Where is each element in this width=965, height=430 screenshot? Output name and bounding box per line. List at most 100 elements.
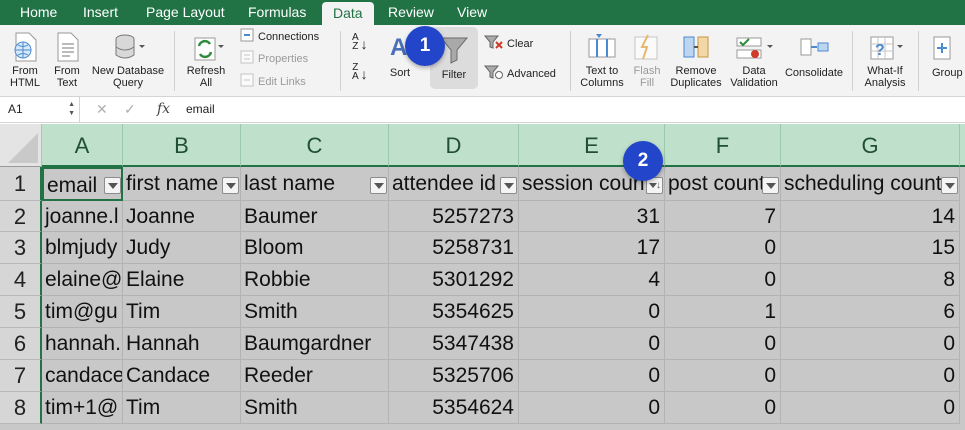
data-cell[interactable]: 17 [519, 232, 665, 264]
data-cell[interactable]: 4 [519, 264, 665, 296]
data-cell[interactable]: 0 [665, 328, 781, 360]
column-header-c[interactable]: C [241, 124, 389, 167]
data-cell[interactable]: 1 [665, 296, 781, 328]
row-header-3[interactable]: 3 [0, 232, 42, 264]
data-cell[interactable]: Tim [123, 392, 241, 424]
data-cell[interactable]: Joanne [123, 201, 241, 232]
properties-button[interactable]: Properties [240, 49, 308, 69]
data-cell[interactable]: Judy [123, 232, 241, 264]
column-header-g[interactable]: G [781, 124, 960, 167]
tab-home[interactable]: Home [10, 0, 67, 25]
data-cell[interactable]: Hannah [123, 328, 241, 360]
data-cell[interactable]: 5347438 [389, 328, 519, 360]
new-database-query-button[interactable]: New Database Query [88, 31, 168, 89]
data-cell[interactable]: Baumer [241, 201, 389, 232]
column-header-d[interactable]: D [389, 124, 519, 167]
data-cell[interactable]: Elaine [123, 264, 241, 296]
name-box-stepper-icon[interactable]: ▲ ▼ [68, 100, 75, 118]
header-cell[interactable]: last name [241, 167, 389, 201]
column-header-b[interactable]: B [123, 124, 241, 167]
data-cell[interactable]: 0 [519, 328, 665, 360]
name-box[interactable]: A1 ▲ ▼ [0, 97, 80, 122]
data-cell[interactable]: 0 [781, 360, 960, 392]
remove-duplicates-button[interactable]: Remove Duplicates [668, 31, 724, 89]
row-header-7[interactable]: 7 [0, 360, 42, 392]
flash-fill-button[interactable]: Flash Fill [628, 31, 666, 89]
data-cell[interactable]: 0 [665, 232, 781, 264]
filter-dropdown-button[interactable] [941, 177, 958, 194]
filter-dropdown-button[interactable] [500, 177, 517, 194]
sort-ascending-button[interactable]: A Z ↓ [352, 33, 368, 53]
data-cell[interactable]: Baumgardner [241, 328, 389, 360]
data-cell[interactable]: elaine@ [42, 264, 123, 296]
tab-review[interactable]: Review [378, 0, 444, 25]
filter-dropdown-button[interactable] [762, 177, 779, 194]
data-cell[interactable]: 14 [781, 201, 960, 232]
data-cell[interactable]: Smith [241, 392, 389, 424]
row-header-1[interactable]: 1 [0, 167, 42, 201]
data-cell[interactable]: 31 [519, 201, 665, 232]
data-cell[interactable]: Reeder [241, 360, 389, 392]
tab-page-layout[interactable]: Page Layout [136, 0, 235, 25]
data-cell[interactable]: Robbie [241, 264, 389, 296]
group-button[interactable]: Group [926, 31, 965, 79]
data-cell[interactable]: Bloom [241, 232, 389, 264]
data-cell[interactable]: 0 [781, 328, 960, 360]
data-cell[interactable]: Smith [241, 296, 389, 328]
from-text-button[interactable]: From Text [48, 31, 86, 89]
tab-view[interactable]: View [447, 0, 497, 25]
select-all-corner[interactable] [0, 124, 42, 167]
data-cell[interactable]: 5325706 [389, 360, 519, 392]
filter-dropdown-button[interactable] [222, 177, 239, 194]
tab-data[interactable]: Data [322, 2, 374, 25]
from-html-button[interactable]: From HTML [2, 31, 48, 89]
tab-formulas[interactable]: Formulas [238, 0, 316, 25]
header-cell[interactable]: scheduling count [781, 167, 960, 201]
enter-check-icon[interactable]: ✓ [124, 97, 136, 122]
data-cell[interactable]: tim@gu [42, 296, 123, 328]
data-cell[interactable]: 5354624 [389, 392, 519, 424]
data-cell[interactable]: 0 [665, 392, 781, 424]
data-validation-button[interactable]: Data Validation [728, 31, 780, 89]
sort-descending-button[interactable]: Z A ↓ [352, 63, 368, 83]
row-header-5[interactable]: 5 [0, 296, 42, 328]
data-cell[interactable]: Candace [123, 360, 241, 392]
advanced-filter-button[interactable]: Advanced [483, 64, 556, 84]
column-header-partial[interactable] [960, 124, 965, 167]
data-cell[interactable]: 0 [781, 392, 960, 424]
tab-insert[interactable]: Insert [73, 0, 128, 25]
data-cell[interactable]: 5301292 [389, 264, 519, 296]
data-cell[interactable]: 7 [665, 201, 781, 232]
text-to-columns-button[interactable]: Text to Columns [576, 31, 628, 89]
data-cell[interactable]: 0 [519, 392, 665, 424]
what-if-analysis-button[interactable]: ? What-If Analysis [858, 31, 912, 89]
filter-dropdown-button[interactable] [370, 177, 387, 194]
data-cell[interactable]: 8 [781, 264, 960, 296]
data-cell[interactable]: candace [42, 360, 123, 392]
connections-button[interactable]: Connections [240, 27, 319, 47]
row-header-4[interactable]: 4 [0, 264, 42, 296]
data-cell[interactable]: Tim [123, 296, 241, 328]
insert-function-icon[interactable]: fx [157, 97, 170, 122]
edit-links-button[interactable]: Edit Links [240, 72, 306, 92]
data-cell[interactable]: 5354625 [389, 296, 519, 328]
row-header-2[interactable]: 2 [0, 201, 42, 232]
data-cell[interactable]: hannah. [42, 328, 123, 360]
data-cell[interactable]: 0 [519, 360, 665, 392]
data-cell[interactable]: 5258731 [389, 232, 519, 264]
column-header-f[interactable]: F [665, 124, 781, 167]
clear-filter-button[interactable]: Clear [483, 34, 533, 54]
data-cell[interactable]: 0 [665, 264, 781, 296]
column-header-a[interactable]: A [42, 124, 123, 167]
cancel-icon[interactable]: ✕ [96, 97, 108, 122]
row-header-8[interactable]: 8 [0, 392, 42, 424]
data-cell[interactable]: 0 [665, 360, 781, 392]
data-cell[interactable]: 0 [519, 296, 665, 328]
data-cell[interactable]: tim+1@ [42, 392, 123, 424]
data-cell[interactable]: joanne.l [42, 201, 123, 232]
row-header-6[interactable]: 6 [0, 328, 42, 360]
data-cell[interactable]: 15 [781, 232, 960, 264]
data-cell[interactable]: 6 [781, 296, 960, 328]
data-cell[interactable]: 5257273 [389, 201, 519, 232]
formula-input[interactable]: email [186, 97, 215, 122]
